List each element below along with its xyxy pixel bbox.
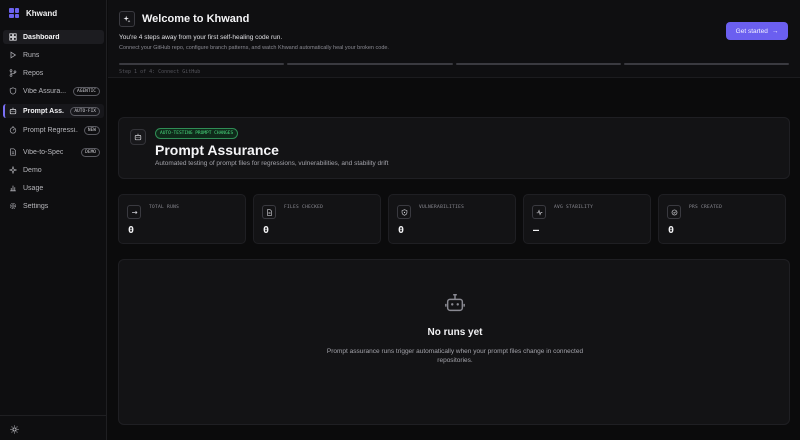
- page-description: Automated testing of prompt files for re…: [155, 160, 389, 167]
- onboarding-progress: [119, 63, 789, 65]
- main-content: Welcome to Khwand You're 4 steps away fr…: [108, 0, 800, 440]
- file-icon: [262, 205, 276, 219]
- page-title: Prompt Assurance: [155, 142, 279, 158]
- sidebar-item-label: Usage: [23, 184, 44, 192]
- chart-icon: [9, 184, 17, 192]
- stat-value: 0: [398, 225, 405, 236]
- new-badge: NEW: [83, 125, 100, 135]
- stat-label: VULNERABILITIES: [419, 205, 465, 210]
- brand[interactable]: Khwand: [0, 0, 106, 26]
- git-branch-icon: [9, 69, 17, 77]
- arrow-right-icon: →: [771, 27, 779, 35]
- document-icon: [9, 148, 17, 156]
- empty-state-description: Prompt assurance runs trigger automatica…: [326, 348, 584, 364]
- sidebar-item-prompt-assurance[interactable]: Prompt Ass... AUTO-FIX: [3, 104, 104, 118]
- sidebar-item-label: Runs: [23, 51, 40, 59]
- empty-state-title: No runs yet: [427, 327, 483, 338]
- welcome-description: Connect your GitHub repo, configure bran…: [119, 45, 389, 51]
- sidebar-item-settings[interactable]: Settings: [3, 199, 104, 213]
- activity-icon: [532, 205, 546, 219]
- stat-label: AVG STABILITY: [554, 205, 594, 210]
- bot-icon: [9, 107, 17, 115]
- sidebar-item-label: Repos: [23, 69, 44, 77]
- stat-label: TOTAL RUNS: [149, 205, 180, 210]
- progress-step-label: Step 1 of 4: Connect GitHub: [119, 69, 201, 75]
- progress-step: [287, 63, 453, 65]
- progress-step: [455, 63, 621, 65]
- sidebar-item-demo[interactable]: Demo: [3, 163, 104, 177]
- bot-icon: [443, 291, 467, 315]
- stat-card-vulnerabilities: VULNERABILITIES 0: [388, 194, 516, 244]
- welcome-banner: Welcome to Khwand You're 4 steps away fr…: [108, 0, 800, 78]
- stat-value: 0: [263, 225, 270, 236]
- sidebar-footer: [0, 415, 107, 440]
- sidebar-item-vibe-assurance[interactable]: Vibe Assura... AGENTIC: [3, 84, 104, 98]
- demo-badge: DEMO: [81, 147, 100, 157]
- brand-name: Khwand: [26, 8, 58, 18]
- stat-card-prs-created: PRS CREATED 0: [658, 194, 786, 244]
- gear-icon: [9, 202, 17, 210]
- stat-value: 0: [128, 225, 135, 236]
- status-badge: AUTO-TESTING PROMPT CHANGES: [155, 128, 239, 139]
- sparkle-icon: [119, 11, 135, 27]
- sun-icon: [9, 424, 19, 434]
- runs-icon: [127, 205, 141, 219]
- stat-label: PRS CREATED: [689, 205, 723, 210]
- progress-step: [623, 63, 789, 65]
- sidebar-item-usage[interactable]: Usage: [3, 181, 104, 195]
- shield-icon: [9, 87, 17, 95]
- brand-logo-icon: [9, 8, 19, 18]
- welcome-title: Welcome to Khwand: [142, 13, 250, 25]
- sidebar: Khwand Dashboard Runs Repos Vibe Assura.…: [0, 0, 107, 440]
- get-started-label: Get started: [735, 27, 768, 35]
- sidebar-item-repos[interactable]: Repos: [3, 66, 104, 80]
- sidebar-item-label: Settings: [23, 202, 49, 210]
- stat-card-files-checked: FILES CHECKED 0: [253, 194, 381, 244]
- get-started-button[interactable]: Get started →: [726, 22, 788, 40]
- page-header-card: AUTO-TESTING PROMPT CHANGES Prompt Assur…: [118, 117, 790, 179]
- sidebar-item-prompt-regression[interactable]: Prompt Regressi... NEW: [3, 123, 104, 137]
- bot-icon: [130, 129, 146, 145]
- sidebar-item-vibe-to-spec[interactable]: Vibe-to-Spec DEMO: [3, 145, 104, 159]
- auto-fix-badge: AUTO-FIX: [70, 106, 100, 116]
- stability-icon: [9, 126, 17, 134]
- sidebar-item-label: Demo: [23, 166, 42, 174]
- sidebar-item-label: Vibe-to-Spec: [23, 148, 64, 156]
- sparkle-icon: [9, 166, 17, 174]
- dashboard-icon: [9, 33, 17, 41]
- stat-value: 0: [668, 225, 675, 236]
- pr-icon: [667, 205, 681, 219]
- sidebar-item-label: Dashboard: [23, 33, 60, 41]
- stat-value: —: [533, 225, 540, 236]
- stat-label: FILES CHECKED: [284, 205, 324, 210]
- sidebar-item-label: Prompt Regressi...: [23, 126, 78, 134]
- progress-step: [119, 63, 285, 65]
- sidebar-item-dashboard[interactable]: Dashboard: [3, 30, 104, 44]
- play-icon: [9, 51, 17, 59]
- stat-card-total-runs: TOTAL RUNS 0: [118, 194, 246, 244]
- runs-empty-state: No runs yet Prompt assurance runs trigge…: [118, 259, 790, 425]
- shield-alert-icon: [397, 205, 411, 219]
- sidebar-item-label: Prompt Ass...: [23, 107, 65, 115]
- theme-toggle-button[interactable]: [8, 423, 20, 435]
- sidebar-item-runs[interactable]: Runs: [3, 48, 104, 62]
- sidebar-item-label: Vibe Assura...: [23, 87, 67, 95]
- agentic-badge: AGENTIC: [73, 86, 100, 96]
- welcome-subtitle: You're 4 steps away from your first self…: [119, 34, 283, 41]
- stat-card-avg-stability: AVG STABILITY —: [523, 194, 651, 244]
